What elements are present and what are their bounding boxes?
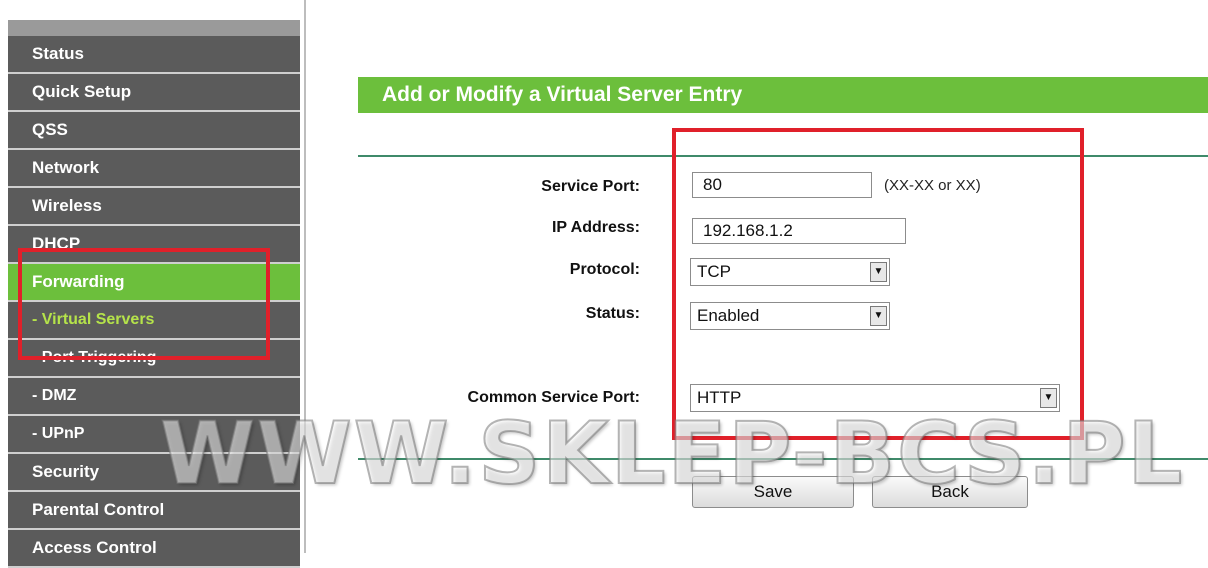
sidebar-highlight-box <box>18 248 270 360</box>
sidebar-item-wireless[interactable]: Wireless <box>8 188 300 226</box>
page-title-bar: Add or Modify a Virtual Server Entry <box>358 77 1208 113</box>
protocol-label: Protocol: <box>569 261 640 278</box>
service-port-label: Service Port: <box>541 178 640 195</box>
status-label: Status: <box>585 305 640 322</box>
sidebar-item-status[interactable]: Status <box>8 36 300 74</box>
sidebar-item-qss[interactable]: QSS <box>8 112 300 150</box>
sidebar-item-access-control[interactable]: Access Control <box>8 530 300 568</box>
form-highlight-box <box>672 128 1084 440</box>
watermark: WWW.SKLEP-BCS.PL <box>159 403 1185 505</box>
sidebar-top-strip <box>8 20 300 36</box>
sidebar-item-quick-setup[interactable]: Quick Setup <box>8 74 300 112</box>
sidebar-item-network[interactable]: Network <box>8 150 300 188</box>
ip-address-label: IP Address: <box>551 219 640 236</box>
page-title: Add or Modify a Virtual Server Entry <box>382 83 743 106</box>
